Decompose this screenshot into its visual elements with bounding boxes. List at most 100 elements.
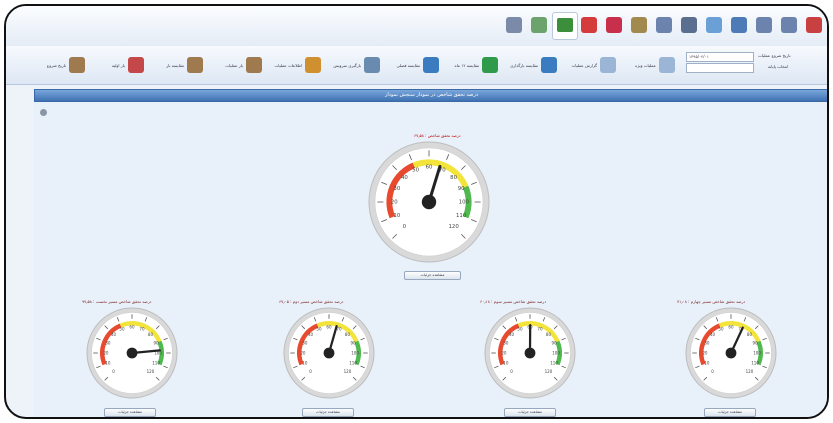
- gauge-tick-label: 120: [147, 369, 155, 374]
- gauge-hub: [323, 347, 335, 359]
- gauge-tick-label: 80: [345, 332, 351, 337]
- ribbon-item-label: بار اولیه: [111, 62, 125, 68]
- print-icon[interactable]: [40, 109, 47, 116]
- gauge-tick-label: 20: [702, 351, 708, 356]
- gauge-tick-label: 10: [704, 360, 710, 365]
- person-icon: [246, 57, 262, 73]
- gauge-tick-label: 110: [349, 360, 357, 365]
- gauge-tick-label: 90: [753, 341, 759, 346]
- bookmark-icon[interactable]: [681, 17, 697, 33]
- stop-icon[interactable]: [581, 17, 597, 33]
- chart-icon: [482, 57, 498, 73]
- main-gauge-details-button[interactable]: مشاهده جزئیات: [404, 271, 461, 280]
- gauge-1-details-button[interactable]: مشاهده جزئیات: [104, 408, 156, 417]
- gauge-tick-label: 60: [326, 324, 332, 329]
- ribbon-item-label: عملیات ویژه: [635, 62, 656, 68]
- filter-input[interactable]: [686, 63, 754, 73]
- folders-icon[interactable]: [631, 17, 647, 33]
- ribbon-item-label: اطلاعات عملیات: [274, 62, 302, 68]
- gauge-hub: [725, 347, 737, 359]
- gauge-tick-label: 90: [552, 341, 558, 346]
- ribbon-item-label: مقایسه فصلی: [396, 62, 420, 68]
- pen-icon[interactable]: [506, 17, 522, 33]
- globe-icon: [541, 57, 557, 73]
- ribbon-bar: ۱۳۹۵/۰۴/۰۱ تاریخ شروع عملیات انتخاب پایا…: [6, 46, 827, 85]
- gauge-tick-label: 70: [537, 326, 543, 331]
- chart-icon: [305, 57, 321, 73]
- gauge-tick-label: 120: [344, 369, 352, 374]
- cube-icon: [423, 57, 439, 73]
- document-icon[interactable]: [656, 17, 672, 33]
- app-window: ۱۳۹۵/۰۴/۰۱ تاریخ شروع عملیات انتخاب پایا…: [4, 4, 829, 419]
- gauge-tick-label: 10: [105, 360, 111, 365]
- gauge-tick-label: 50: [718, 326, 724, 331]
- gauge-tick-label: 40: [308, 332, 314, 337]
- panel-title: درصد تحقق شاخص در نمودار سنجش نمودار: [34, 89, 827, 102]
- globe-icon[interactable]: [706, 17, 722, 33]
- ribbon-item[interactable]: بار اولیه: [85, 54, 144, 76]
- settings-icon[interactable]: [531, 17, 547, 33]
- ribbon-item[interactable]: تاریخ شروع: [26, 54, 85, 76]
- ribbon-item-label: مقایسه ۱۲ ماه: [454, 62, 479, 68]
- gauge-tick-label: 0: [112, 369, 115, 374]
- gauge-hub: [421, 194, 437, 210]
- ribbon-item[interactable]: عملیات ویژه: [616, 54, 675, 76]
- gauge-tick-label: 20: [103, 351, 109, 356]
- gauge-tick-label: 30: [302, 341, 308, 346]
- close-icon[interactable]: [806, 17, 822, 33]
- gauge-tick-label: 50: [412, 167, 419, 173]
- edit-icon[interactable]: [756, 17, 772, 33]
- gauge-tick-label: 30: [503, 341, 509, 346]
- gauge-tick-label: 0: [711, 369, 714, 374]
- gauge-4-details-button[interactable]: مشاهده جزئیات: [704, 408, 756, 417]
- gauge-3-details-button[interactable]: مشاهده جزئیات: [504, 408, 556, 417]
- gauge-tick-label: 30: [105, 341, 111, 346]
- gauge-tick-label: 20: [391, 200, 398, 206]
- ribbon-item[interactable]: مقایسه فصلی: [380, 54, 439, 76]
- gauge-2: 01020304050 60 708090100110120: [283, 307, 375, 399]
- gauge-3: 0102030405060708090100110120: [484, 307, 576, 399]
- ribbon-item[interactable]: اطلاعات عملیات: [262, 54, 321, 76]
- gauge-4: 0102030405060708090100110120: [685, 307, 777, 399]
- gauge-tick-label: 80: [450, 175, 457, 181]
- ribbon-item[interactable]: بار عملیات: [203, 54, 262, 76]
- gauge-tick-label: 10: [503, 360, 509, 365]
- gauge-tick-label: 60: [426, 165, 433, 171]
- gauge-tick-label: 20: [300, 351, 306, 356]
- main-content: درصد تحقق شاخص در نمودار سنجش نمودار درص…: [34, 89, 827, 417]
- date-input[interactable]: ۱۳۹۵/۰۴/۰۱: [686, 52, 754, 62]
- ribbon-item[interactable]: مقایسه ۱۲ ماه: [439, 54, 498, 76]
- ribbon-item[interactable]: مقایسه بار: [144, 54, 203, 76]
- ribbon-item-label: بارگیری سرویس: [333, 62, 361, 68]
- report-icon: [600, 57, 616, 73]
- person-icon: [187, 57, 203, 73]
- report-icon[interactable]: [606, 17, 622, 33]
- gauge-2-details-button[interactable]: مشاهده جزئیات: [302, 408, 354, 417]
- users-icon[interactable]: [731, 17, 747, 33]
- ribbon-item-label: گزارش عملیات: [571, 62, 597, 68]
- gauge-tick-label: 120: [448, 224, 459, 230]
- gauge-tick-label: 60: [129, 324, 135, 329]
- ribbon-item[interactable]: مقایسه بارگذاری: [498, 54, 557, 76]
- gauge-tick-label: 120: [545, 369, 553, 374]
- date-label: تاریخ شروع عملیات: [758, 53, 791, 58]
- gauge-tick-label: 90: [154, 341, 160, 346]
- gauge-tick-label: 50: [316, 326, 322, 331]
- gauge-tick-label: 90: [351, 341, 357, 346]
- gauge-tick-label: 40: [111, 332, 117, 337]
- ribbon-item[interactable]: بارگیری سرویس: [321, 54, 380, 76]
- chart-icon[interactable]: [552, 12, 578, 40]
- gauge-tick-label: 40: [710, 332, 716, 337]
- gauge-tick-label: 80: [546, 332, 552, 337]
- gauge-tick-label: 10: [393, 213, 400, 219]
- edit-icon[interactable]: [781, 17, 797, 33]
- gauge-tick-label: 70: [139, 326, 145, 331]
- gauge-tick-label: 120: [746, 369, 754, 374]
- gauge-tick-label: 110: [751, 360, 759, 365]
- truck-icon: [364, 57, 380, 73]
- gauge-tick-label: 40: [509, 332, 515, 337]
- gauge-tick-label: 10: [302, 360, 308, 365]
- gauge-tick-label: 110: [550, 360, 558, 365]
- ribbon-item[interactable]: گزارش عملیات: [557, 54, 616, 76]
- gauge-tick-label: 80: [148, 332, 154, 337]
